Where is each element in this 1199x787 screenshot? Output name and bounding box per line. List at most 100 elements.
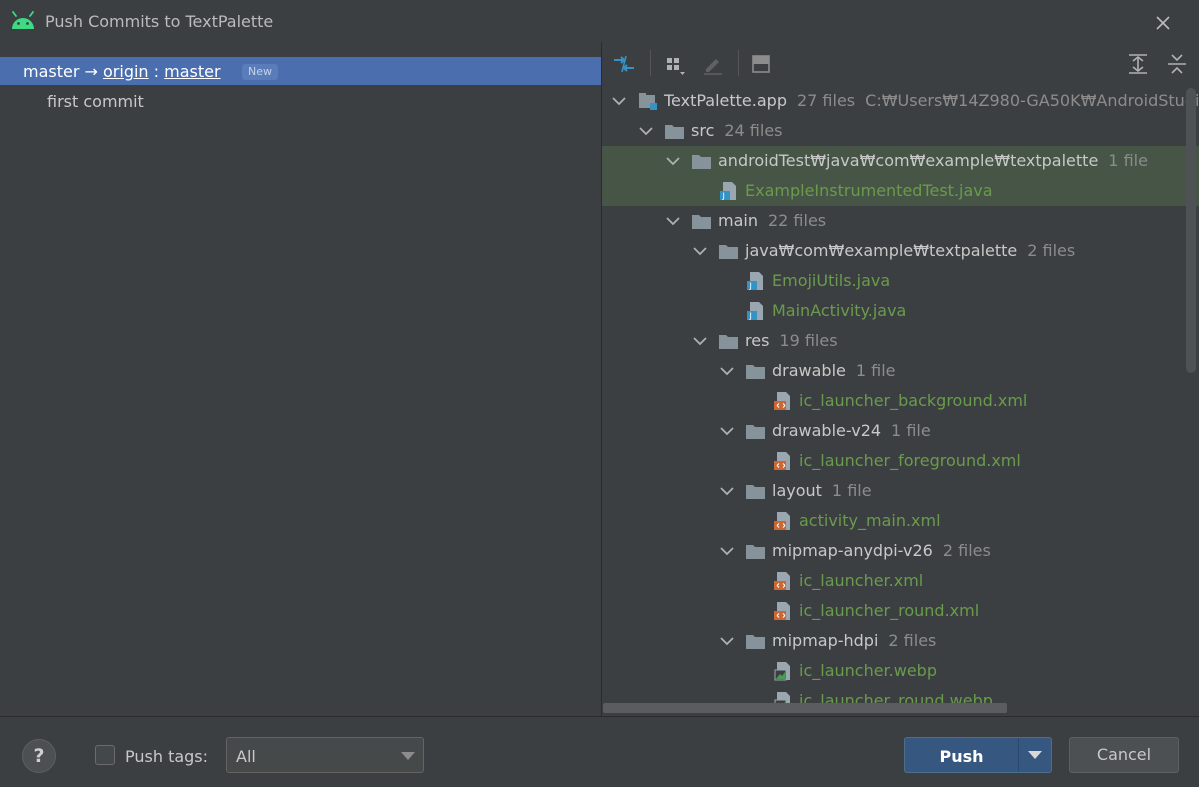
chevron-down-icon[interactable]	[719, 633, 735, 649]
remote-branch-link[interactable]: master	[164, 62, 220, 81]
tree-folder-row[interactable]: mipmap-anydpi-v26 2 files	[602, 536, 1199, 566]
commits-pane: master → origin : master New first commi…	[0, 46, 601, 716]
xml-file-icon	[774, 572, 790, 590]
chevron-down-icon[interactable]	[665, 213, 681, 229]
tree-row-label: drawable 1 file	[772, 361, 896, 380]
tree-row-label: mipmap-hdpi 2 files	[772, 631, 936, 650]
push-options-dropdown[interactable]	[1019, 738, 1051, 772]
tree-file-row[interactable]: J ExampleInstrumentedTest.java	[602, 176, 1199, 206]
tree-folder-row[interactable]: drawable 1 file	[602, 356, 1199, 386]
toolbar-separator	[738, 50, 739, 76]
xml-file-icon	[774, 512, 790, 530]
push-button[interactable]: Push	[904, 737, 1052, 773]
tree-file-row[interactable]: ic_launcher.xml	[602, 566, 1199, 596]
folder-icon	[746, 365, 765, 379]
tags-select[interactable]: All	[226, 737, 424, 773]
folder-icon	[719, 245, 738, 259]
close-icon[interactable]	[1150, 10, 1176, 36]
file-count: 19 files	[779, 331, 838, 350]
help-button[interactable]: ?	[22, 739, 56, 773]
branch-separator: :	[153, 62, 160, 81]
tree-item-name: mipmap-hdpi	[772, 631, 879, 650]
tree-row-label: activity_main.xml	[799, 511, 941, 530]
tree-file-row[interactable]: activity_main.xml	[602, 506, 1199, 536]
java-file-icon: J	[747, 302, 763, 321]
changes-tree: TextPalette.app 27 files C:₩Users₩14Z980-G…	[602, 86, 1199, 716]
cancel-button[interactable]: Cancel	[1069, 737, 1179, 773]
xml-file-icon	[774, 452, 790, 470]
tree-item-name: mipmap-anydpi-v26	[772, 541, 933, 560]
tree-row-label: ExampleInstrumentedTest.java	[745, 181, 993, 200]
branch-spec: master → origin : master	[23, 62, 221, 81]
commit-item[interactable]: first commit	[47, 92, 144, 111]
tree-horizontal-scrollbar[interactable]	[603, 703, 1007, 713]
changes-pane: TextPalette.app 27 files C:₩Users₩14Z980-G…	[602, 46, 1199, 716]
changes-toolbar	[602, 46, 1199, 84]
tree-folder-row[interactable]: layout 1 file	[602, 476, 1199, 506]
tree-item-name: layout	[772, 481, 822, 500]
tree-row-label: androidTest₩java₩com₩example₩textpalette…	[718, 151, 1148, 170]
tree-row-label: mipmap-anydpi-v26 2 files	[772, 541, 991, 560]
chevron-down-icon[interactable]	[719, 363, 735, 379]
file-count: 24 files	[724, 121, 783, 140]
tree-folder-row[interactable]: drawable-v24 1 file	[602, 416, 1199, 446]
tree-folder-row[interactable]: androidTest₩java₩com₩example₩textpalette…	[602, 146, 1199, 176]
file-count: 1 file	[855, 361, 896, 380]
folder-icon	[746, 635, 765, 649]
tree-folder-row[interactable]: TextPalette.app 27 files C:₩Users₩14Z980-G…	[602, 86, 1199, 116]
tree-vertical-scrollbar[interactable]	[1186, 88, 1196, 373]
file-count: 1 file	[891, 421, 931, 440]
tree-item-name: ic_launcher.webp	[799, 661, 937, 680]
tree-file-row[interactable]: ic_launcher_foreground.xml	[602, 446, 1199, 476]
tree-folder-row[interactable]: res 19 files	[602, 326, 1199, 356]
tree-item-name: ExampleInstrumentedTest.java	[745, 181, 993, 200]
dialog-title: Push Commits to TextPalette	[45, 12, 274, 31]
tree-folder-row[interactable]: src 24 files	[602, 116, 1199, 146]
chevron-down-icon[interactable]	[665, 153, 681, 169]
file-count: 22 files	[767, 211, 827, 230]
tree-file-row[interactable]: J EmojiUtils.java	[602, 266, 1199, 296]
chevron-down-icon[interactable]	[692, 243, 708, 259]
folder-icon	[746, 485, 765, 499]
chevron-down-icon[interactable]	[611, 93, 627, 109]
chevron-down-icon[interactable]	[719, 423, 735, 439]
xml-file-icon	[774, 392, 790, 410]
chevron-down-icon[interactable]	[638, 123, 654, 139]
tree-item-name: TextPalette.app	[664, 91, 787, 110]
group-by-icon[interactable]	[661, 50, 689, 78]
expand-all-icon[interactable]	[1124, 50, 1152, 78]
tree-item-name: main	[718, 211, 758, 230]
folder-icon	[692, 215, 711, 229]
chevron-down-icon[interactable]	[719, 543, 735, 559]
chevron-down-icon[interactable]	[719, 483, 735, 499]
remote-link[interactable]: origin	[103, 62, 149, 81]
file-count: 2 files	[1027, 241, 1076, 260]
file-count: 27 files	[796, 91, 856, 110]
preview-icon[interactable]	[747, 50, 775, 78]
tree-file-row[interactable]: J MainActivity.java	[602, 296, 1199, 326]
chevron-down-icon[interactable]	[692, 333, 708, 349]
chevron-down-icon	[401, 752, 415, 760]
tree-row-label: ic_launcher.webp	[799, 661, 937, 680]
collapse-all-icon[interactable]	[1163, 50, 1191, 78]
svg-text:J: J	[749, 312, 752, 321]
tree-item-name: MainActivity.java	[772, 301, 907, 320]
edit-source-icon[interactable]	[699, 50, 727, 78]
tree-folder-row[interactable]: java₩com₩example₩textpalette 2 files	[602, 236, 1199, 266]
tree-file-row[interactable]: ic_launcher_background.xml	[602, 386, 1199, 416]
push-tags-checkbox[interactable]	[95, 745, 115, 765]
tree-folder-row[interactable]: mipmap-hdpi 2 files	[602, 626, 1199, 656]
tree-row-label: layout 1 file	[772, 481, 872, 500]
show-diff-icon[interactable]	[610, 50, 638, 78]
module-path: C:₩Users₩14Z980-GA50K₩AndroidStudio	[865, 91, 1199, 110]
tree-file-row[interactable]: ic_launcher.webp	[602, 656, 1199, 686]
tree-row-label: ic_launcher_foreground.xml	[799, 451, 1021, 470]
push-button-label: Push	[939, 747, 984, 766]
tree-file-row[interactable]: ic_launcher_round.xml	[602, 596, 1199, 626]
file-count: 2 files	[888, 631, 937, 650]
tree-item-name: EmojiUtils.java	[772, 271, 891, 290]
tree-row-label: src 24 files	[691, 121, 783, 140]
tree-folder-row[interactable]: main 22 files	[602, 206, 1199, 236]
push-tags-label[interactable]: Push tags:	[125, 747, 208, 766]
branch-row[interactable]: master → origin : master New	[0, 57, 601, 85]
